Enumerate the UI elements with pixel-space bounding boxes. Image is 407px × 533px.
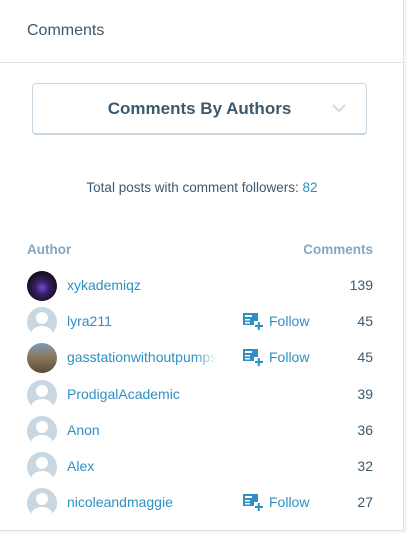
- comment-count: 27: [357, 494, 373, 511]
- avatar[interactable]: [27, 271, 57, 301]
- summary-count: 82: [302, 180, 318, 195]
- table-row: ProdigalAcademic 39: [27, 377, 373, 413]
- author-name-link[interactable]: Anon: [67, 422, 100, 438]
- table-row: xykademiqz 139: [27, 268, 373, 304]
- comment-count: 39: [357, 385, 373, 402]
- comments-view-dropdown[interactable]: Comments By Authors: [32, 83, 367, 135]
- author-name-link[interactable]: gasstationwithoutpumps: [67, 349, 217, 365]
- author-name-link[interactable]: ProdigalAcademic: [67, 386, 180, 402]
- table-header: Author Comments: [27, 242, 373, 260]
- card-title: Comments: [0, 0, 403, 63]
- author-name-link[interactable]: nicoleandmaggie: [67, 494, 173, 510]
- column-header-comments: Comments: [303, 242, 373, 257]
- table-row: Alex 32: [27, 449, 373, 485]
- follow-label: Follow: [269, 494, 310, 511]
- comment-count: 36: [357, 421, 373, 438]
- default-avatar-icon[interactable]: [27, 488, 57, 519]
- follow-button[interactable]: Follow: [243, 492, 309, 512]
- chevron-down-icon: [332, 104, 346, 113]
- summary-text: Total posts with comment followers:: [86, 180, 299, 195]
- comment-count: 139: [349, 277, 373, 293]
- avatar[interactable]: [27, 343, 57, 374]
- comment-count: 45: [357, 349, 373, 366]
- follow-button[interactable]: Follow: [243, 347, 309, 367]
- default-avatar-icon[interactable]: [27, 415, 57, 446]
- table-row: nicoleandmaggie Follow 27: [27, 485, 373, 521]
- author-name-link[interactable]: xykademiqz: [67, 277, 141, 293]
- dropdown-selected-label: Comments By Authors: [107, 98, 292, 118]
- author-name-link[interactable]: Alex: [67, 458, 94, 474]
- table-row: gasstationwithoutpumps Follow 45: [27, 340, 373, 376]
- default-avatar-icon[interactable]: [27, 307, 57, 338]
- reader-follow-icon: [243, 494, 263, 512]
- author-name-link[interactable]: lyra211: [67, 313, 112, 329]
- comment-count: 45: [357, 313, 373, 330]
- reader-follow-icon: [243, 313, 263, 331]
- table-row: Anon 36: [27, 413, 373, 449]
- default-avatar-icon[interactable]: [27, 451, 57, 482]
- follow-button[interactable]: Follow: [243, 311, 309, 331]
- comment-count: 32: [357, 457, 373, 474]
- follow-label: Follow: [269, 313, 310, 330]
- total-followers-summary: Total posts with comment followers: 82: [0, 180, 404, 195]
- author-list: xykademiqz 139 lyra211 Follow 45 gasstat…: [27, 268, 373, 521]
- column-header-author: Author: [27, 242, 72, 257]
- comments-card: Comments Comments By Authors Total posts…: [0, 0, 404, 531]
- default-avatar-icon[interactable]: [27, 379, 57, 410]
- follow-label: Follow: [269, 349, 310, 366]
- table-row: lyra211 Follow 45: [27, 304, 373, 340]
- reader-follow-icon: [243, 349, 263, 367]
